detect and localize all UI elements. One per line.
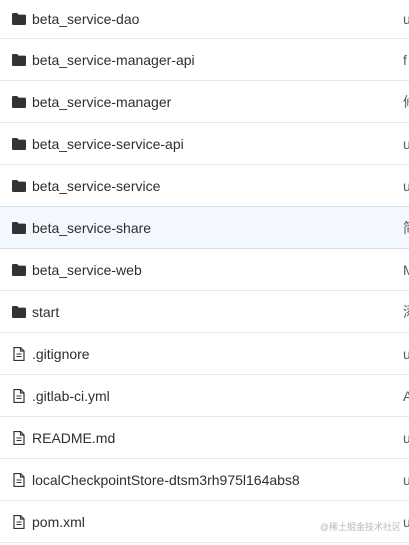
file-name-link[interactable]: beta_service-manager-api [32, 52, 195, 68]
file-name-link[interactable]: beta_service-share [32, 220, 151, 236]
last-commit-message[interactable]: u [403, 136, 409, 152]
last-commit-message[interactable]: 简 [403, 218, 409, 238]
folder-icon [12, 95, 26, 109]
watermark: @稀土掘金技术社区 [319, 522, 401, 532]
folder-icon [12, 179, 26, 193]
file-name-link[interactable]: beta_service-service [32, 178, 160, 194]
last-commit-message[interactable]: u [403, 472, 409, 488]
folder-icon [12, 221, 26, 235]
last-commit-message[interactable]: u [403, 430, 409, 446]
folder-icon [12, 12, 26, 26]
file-name-link[interactable]: localCheckpointStore-dtsm3rh975l164abs8 [32, 472, 300, 488]
folder-icon [12, 137, 26, 151]
last-commit-message[interactable]: f [403, 52, 407, 68]
list-item[interactable]: beta_service-manager-api f [0, 39, 409, 81]
file-name-link[interactable]: beta_service-manager [32, 94, 171, 110]
last-commit-message[interactable]: u [403, 346, 409, 362]
list-item[interactable]: beta_service-share 简 [0, 206, 409, 249]
list-item[interactable]: README.md u [0, 417, 409, 459]
file-name-link[interactable]: .gitignore [32, 346, 90, 362]
file-icon [12, 472, 26, 487]
file-icon [12, 514, 26, 529]
list-item[interactable]: beta_service-service-api u [0, 123, 409, 165]
folder-icon [12, 53, 26, 67]
list-item[interactable]: beta_service-service u [0, 165, 409, 207]
file-list: beta_service-dao u beta_service-manager-… [0, 0, 409, 545]
last-commit-message[interactable]: M [403, 262, 409, 278]
file-name-link[interactable]: pom.xml [32, 514, 85, 530]
file-name-link[interactable]: .gitlab-ci.yml [32, 388, 110, 404]
list-item[interactable]: beta_service-manager 修 [0, 81, 409, 123]
last-commit-message[interactable]: 修 [403, 92, 409, 112]
file-name-link[interactable]: beta_service-service-api [32, 136, 184, 152]
file-icon [12, 430, 26, 445]
file-name-link[interactable]: beta_service-web [32, 262, 142, 278]
folder-icon [12, 263, 26, 277]
list-item[interactable]: beta_service-dao u [0, 0, 409, 39]
last-commit-message[interactable]: 添 [403, 302, 409, 322]
last-commit-message[interactable]: u [403, 178, 409, 194]
file-name-link[interactable]: README.md [32, 430, 115, 446]
list-item[interactable]: .gitignore u [0, 333, 409, 375]
file-name-link[interactable]: beta_service-dao [32, 11, 139, 27]
file-icon [12, 388, 26, 403]
file-name-link[interactable]: start [32, 304, 59, 320]
list-item[interactable]: .gitlab-ci.yml A [0, 375, 409, 417]
list-item[interactable]: start 添 [0, 291, 409, 333]
last-commit-message[interactable]: A [403, 388, 409, 404]
last-commit-message[interactable]: u [403, 514, 409, 530]
list-item[interactable]: localCheckpointStore-dtsm3rh975l164abs8 … [0, 459, 409, 501]
folder-icon [12, 305, 26, 319]
list-item[interactable]: beta_service-web M [0, 249, 409, 291]
file-icon [12, 346, 26, 361]
last-commit-message[interactable]: u [403, 11, 409, 27]
